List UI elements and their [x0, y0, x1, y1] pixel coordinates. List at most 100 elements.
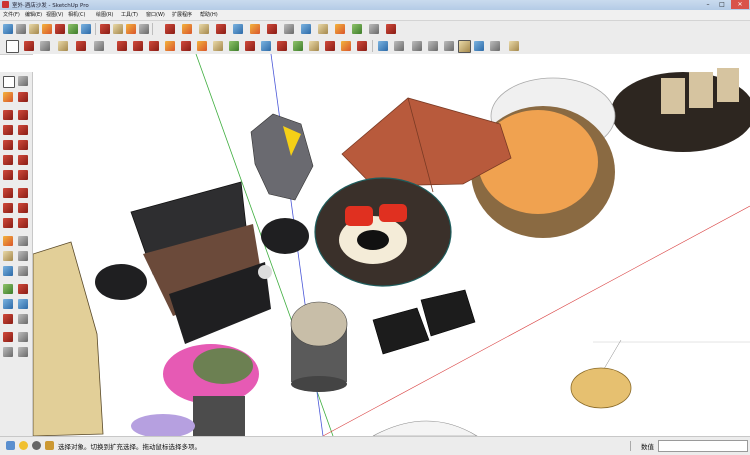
bbq-grill-model[interactable] [95, 181, 309, 344]
section-plane-tool-icon[interactable] [18, 347, 28, 357]
shadows-toggle-icon[interactable] [509, 41, 519, 51]
make-component-icon[interactable] [18, 76, 28, 86]
erase-icon[interactable] [139, 24, 149, 34]
line-icon[interactable] [58, 41, 68, 51]
look-around-icon[interactable] [18, 332, 28, 342]
new-file-icon[interactable] [3, 24, 13, 34]
walk-tool-icon[interactable] [3, 347, 13, 357]
move-icon[interactable] [133, 41, 143, 51]
wireframe-icon[interactable] [428, 41, 438, 51]
measurements-input[interactable] [658, 440, 748, 452]
3d-text-icon[interactable] [18, 266, 28, 276]
layer-icon[interactable] [233, 24, 243, 34]
fog-icon[interactable] [335, 24, 345, 34]
position-camera-icon[interactable] [309, 41, 319, 51]
white-dome-model[interactable] [372, 420, 478, 436]
section-plane-icon[interactable] [325, 41, 335, 51]
menu-extensions[interactable]: 扩展程序 [172, 11, 192, 19]
shaded-texture-icon[interactable] [474, 41, 484, 51]
top-view-icon[interactable] [394, 41, 404, 51]
style-icon[interactable] [267, 24, 277, 34]
dimension-icon[interactable] [18, 236, 28, 246]
previous-view-icon[interactable] [18, 314, 28, 324]
cut-icon[interactable] [100, 24, 110, 34]
two-point-arc-icon[interactable] [18, 155, 28, 165]
extension-icon[interactable] [199, 24, 209, 34]
pan-tool-icon[interactable] [18, 284, 28, 294]
print-icon[interactable] [42, 24, 52, 34]
menu-file[interactable]: 文件(F) [3, 11, 20, 19]
monochrome-icon[interactable] [490, 41, 500, 51]
outliner-icon[interactable] [301, 24, 311, 34]
text-tool-icon[interactable] [18, 251, 28, 261]
credits-icon[interactable] [19, 441, 28, 450]
photo-match-icon[interactable] [386, 24, 396, 34]
wooden-planter-model[interactable] [33, 241, 104, 436]
scene-icon[interactable] [284, 24, 294, 34]
maximize-button[interactable]: □ [716, 0, 728, 9]
wicker-sofa-model[interactable] [611, 68, 750, 152]
menu-tools[interactable]: 工具(T) [121, 11, 138, 19]
line-tool-icon[interactable] [3, 110, 13, 120]
circle-icon[interactable] [3, 140, 13, 150]
sandbox-icon[interactable] [357, 41, 367, 51]
cylinder-planter-model[interactable] [290, 301, 348, 392]
viewport-canvas[interactable] [33, 54, 750, 436]
menu-window[interactable]: 窗口(W) [146, 11, 165, 19]
rotate-tool-icon[interactable] [3, 203, 13, 213]
arc-tool-icon[interactable] [3, 155, 13, 165]
pie-icon[interactable] [18, 170, 28, 180]
tape-measure-tool-icon[interactable] [3, 236, 13, 246]
undo-icon[interactable] [68, 24, 78, 34]
flower-planter-model[interactable] [131, 344, 259, 436]
menu-draw[interactable]: 绘图(R) [96, 11, 113, 19]
model-viewport[interactable] [33, 54, 750, 436]
scale-tool-icon[interactable] [3, 218, 13, 228]
move-tool-icon[interactable] [3, 188, 13, 198]
open-file-icon[interactable] [16, 24, 26, 34]
eraser-icon[interactable] [24, 41, 34, 51]
arc-icon[interactable] [76, 41, 86, 51]
zoom-icon[interactable] [261, 41, 271, 51]
decor-sculpture-model[interactable] [250, 113, 314, 201]
scale-icon[interactable] [181, 41, 191, 51]
rectangle-tool-icon[interactable] [3, 125, 13, 135]
select-arrow-icon[interactable] [6, 40, 19, 53]
rotated-rectangle-icon[interactable] [18, 125, 28, 135]
help-icon[interactable] [32, 441, 41, 450]
ruby-icon[interactable] [216, 24, 226, 34]
hidden-line-icon[interactable] [444, 41, 454, 51]
zoom-tool-icon[interactable] [3, 299, 13, 309]
close-button[interactable]: ✕ [731, 0, 749, 9]
material-icon[interactable] [250, 24, 260, 34]
soften-icon[interactable] [352, 24, 362, 34]
shaded-icon[interactable] [458, 40, 471, 53]
offset-tool-icon[interactable] [18, 218, 28, 228]
save-icon[interactable] [29, 24, 39, 34]
rotate-icon[interactable] [149, 41, 159, 51]
paint-bucket-icon[interactable] [3, 92, 13, 102]
component-icon[interactable] [165, 24, 175, 34]
model-info-icon[interactable] [55, 24, 65, 34]
menu-camera[interactable]: 相机(C) [68, 11, 85, 19]
follow-me-tool-icon[interactable] [18, 203, 28, 213]
rectangle-icon[interactable] [94, 41, 104, 51]
ottoman-model[interactable] [372, 289, 476, 355]
warehouse-icon[interactable] [182, 24, 192, 34]
zoom-extents-icon[interactable] [277, 41, 287, 51]
eraser-icon[interactable] [18, 92, 28, 102]
paste-icon[interactable] [126, 24, 136, 34]
redo-icon[interactable] [81, 24, 91, 34]
add-location-icon[interactable] [341, 41, 351, 51]
shadow-settings-icon[interactable] [369, 24, 379, 34]
menu-edit[interactable]: 编辑(E) [25, 11, 42, 19]
offset-icon[interactable] [213, 41, 223, 51]
copy-icon[interactable] [113, 24, 123, 34]
instructor-icon[interactable] [45, 441, 54, 450]
xray-icon[interactable] [412, 41, 422, 51]
menu-view[interactable]: 视图(V) [46, 11, 63, 19]
follow-me-icon[interactable] [165, 41, 175, 51]
freehand-icon[interactable] [18, 110, 28, 120]
minimize-button[interactable]: – [702, 0, 714, 9]
select-icon[interactable] [3, 76, 15, 88]
